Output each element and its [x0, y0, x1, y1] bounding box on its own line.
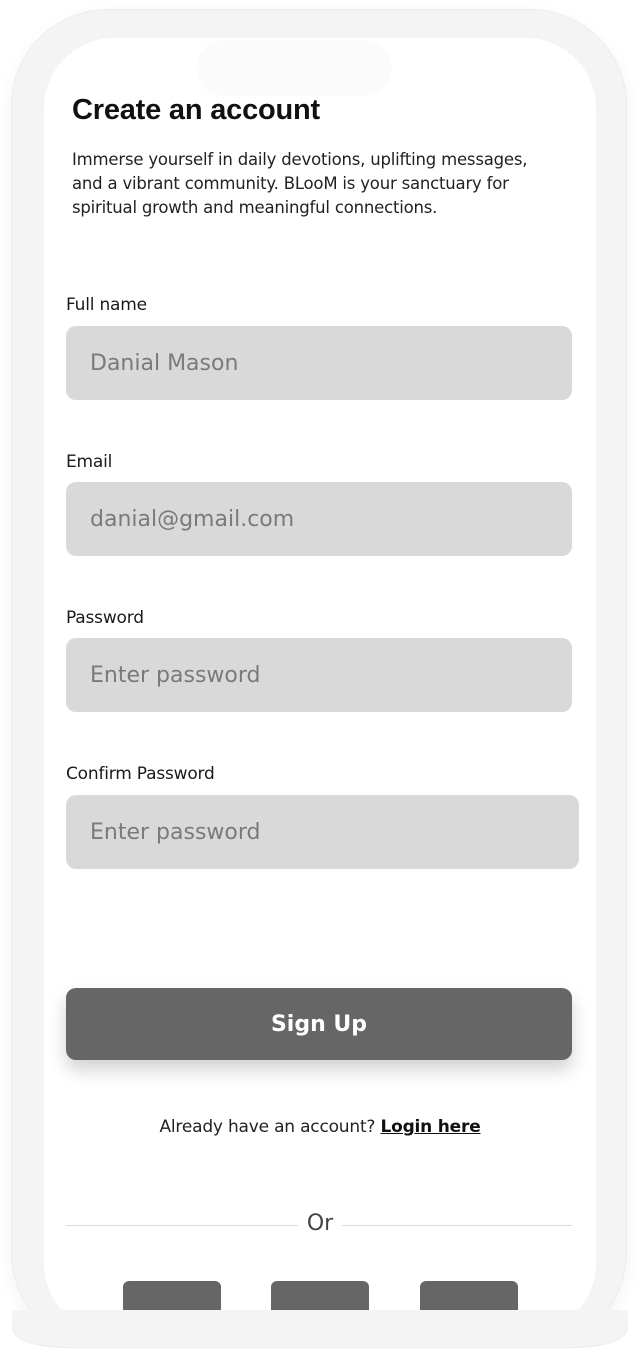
- page-title: Create an account: [72, 94, 321, 126]
- password-input[interactable]: [66, 638, 572, 712]
- password-label: Password: [66, 608, 144, 628]
- login-prompt-text: Already have an account?: [159, 1117, 376, 1137]
- social-login-button-2[interactable]: [271, 1281, 369, 1325]
- social-login-button-1[interactable]: [123, 1281, 221, 1325]
- divider-line-left: [66, 1225, 298, 1226]
- phone-notch: [196, 40, 392, 96]
- divider-line-right: [342, 1225, 572, 1226]
- full-name-input[interactable]: [66, 326, 572, 400]
- email-label: Email: [66, 452, 113, 472]
- full-name-label: Full name: [66, 295, 147, 315]
- email-input[interactable]: [66, 482, 572, 556]
- login-prompt-row: Already have an account? Login here: [0, 1117, 640, 1137]
- social-login-button-3[interactable]: [420, 1281, 518, 1325]
- confirm-password-label: Confirm Password: [66, 764, 215, 784]
- sign-up-button[interactable]: Sign Up: [66, 988, 572, 1060]
- page-subtitle: Immerse yourself in daily devotions, upl…: [72, 150, 528, 217]
- login-link[interactable]: Login here: [380, 1117, 480, 1137]
- confirm-password-input[interactable]: [66, 795, 579, 869]
- divider-or-text: Or: [306, 1211, 334, 1236]
